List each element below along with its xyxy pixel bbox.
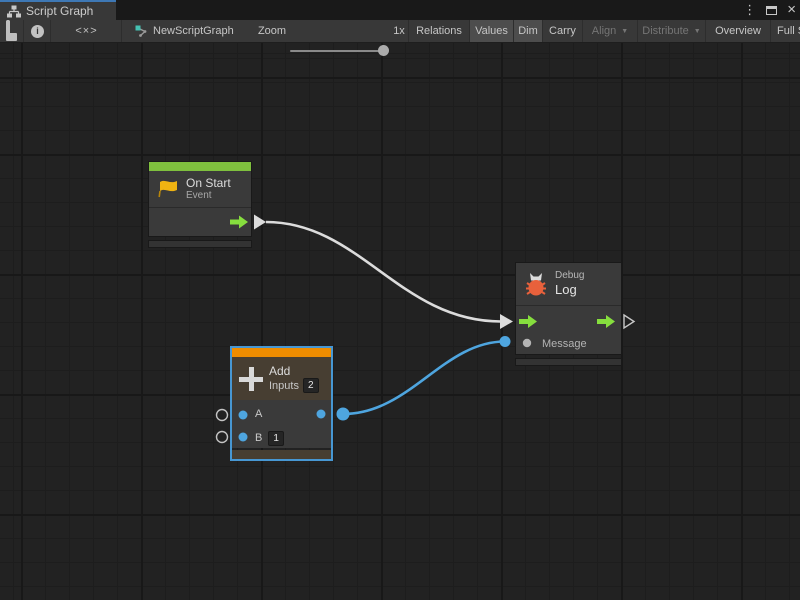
carry-button[interactable]: Carry [543,20,583,42]
port-row-a[interactable]: A [232,400,331,428]
node-on-start-event[interactable]: On Start Event [148,161,252,248]
inputs-label: Inputs [269,380,299,392]
port-row-b[interactable]: B 1 [232,428,331,448]
fullscreen-button[interactable]: Full S [771,20,800,42]
control-flow-row [516,306,621,333]
tab-title: Script Graph [26,4,93,18]
node-subtitle: Event [186,190,231,202]
node-debug-log[interactable]: Debug Log Message [515,262,622,366]
node-category: Debug [555,270,584,282]
code-icon: <×> [75,25,97,37]
values-button[interactable]: Values [470,20,514,42]
dim-button[interactable]: Dim [514,20,543,42]
close-icon[interactable]: × [787,1,796,19]
info-icon: i [31,25,44,38]
chevron-down-icon: ▼ [694,28,701,35]
graph-name-label: NewScriptGraph [153,25,234,37]
graph-name-button[interactable]: NewScriptGraph [130,20,250,42]
zoom-value: 1x [390,20,409,42]
info-button[interactable]: i [25,20,51,42]
maximize-icon[interactable] [766,6,777,15]
tab-script-graph[interactable]: Script Graph [0,0,116,20]
event-accent-bar [149,162,251,171]
distribute-dropdown[interactable]: Distribute ▼ [638,20,706,42]
node-title: Add [269,364,319,378]
bug-icon [523,271,549,297]
node-title: Log [555,282,584,298]
message-port-label: Message [542,338,587,350]
message-port-row[interactable]: Message [516,333,621,354]
relations-button[interactable]: Relations [409,20,470,42]
overview-button[interactable]: Overview [706,20,771,42]
node-footer [515,358,622,366]
script-graph-window: Script Graph ⋮ × i <×> NewScriptGraph [0,0,800,600]
port-b-value-field[interactable]: 1 [268,431,284,446]
titlebar: Script Graph ⋮ × [0,0,800,20]
zoom-slider-handle[interactable] [378,45,389,56]
flag-icon [156,177,180,201]
node-title: On Start [186,176,231,190]
inputs-count-field[interactable]: 2 [303,378,319,393]
script-graph-asset-icon [135,25,148,38]
plus-icon [239,367,263,391]
align-dropdown[interactable]: Align ▼ [583,20,638,42]
edit-source-button[interactable]: <×> [52,20,122,42]
zoom-slider-track[interactable] [290,50,382,52]
zoom-label: Zoom [256,20,288,42]
node-footer [232,450,331,459]
toolbar: i <×> NewScriptGraph Zoom 1x Relations V… [0,20,800,43]
port-a-label: A [255,408,262,420]
lock-button[interactable] [0,20,24,42]
node-footer [148,240,252,248]
math-accent-bar [232,348,331,357]
lock-icon [6,22,17,41]
chevron-down-icon: ▼ [621,28,628,35]
window-menu-icon[interactable]: ⋮ [743,0,756,20]
node-add[interactable]: Add Inputs 2 A B 1 [230,346,333,461]
graph-canvas[interactable] [0,43,800,600]
graph-hierarchy-icon [7,5,21,18]
port-b-label: B [255,432,262,444]
on-start-port-row [149,208,251,236]
